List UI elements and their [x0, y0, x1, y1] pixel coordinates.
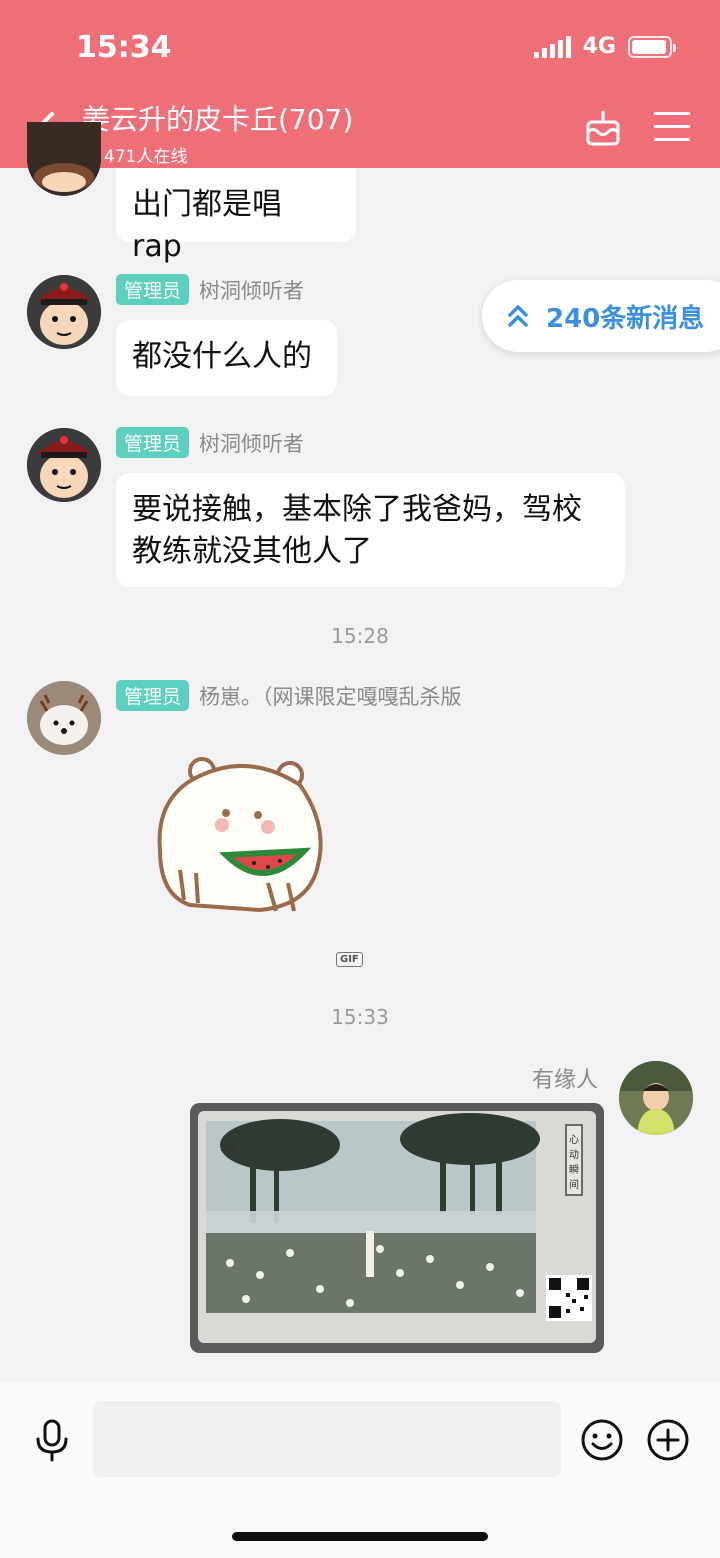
message-bubble[interactable]: 出门都是唱 rap — [116, 168, 356, 264]
svg-text:瞬: 瞬 — [569, 1163, 579, 1176]
svg-text:动: 动 — [569, 1149, 579, 1161]
avatar[interactable] — [27, 681, 101, 755]
message-bubble[interactable]: 要说接触，基本除了我爸妈，驾校教练就没其他人了 — [116, 473, 625, 587]
battery-icon — [628, 35, 676, 58]
online-count: 471人在线 — [104, 147, 188, 167]
sender-name[interactable]: 杨崽。（网课限定嘎嘎乱杀版 — [199, 681, 462, 711]
gif-label: GIF — [336, 952, 363, 967]
sender-meta: 管理员 树洞倾听者 — [116, 427, 304, 458]
plus-icon[interactable] — [646, 1418, 690, 1462]
message-input[interactable] — [93, 1401, 561, 1477]
shared-image[interactable]: 魂 心动瞬间 — [190, 1103, 604, 1353]
status-indicators: 4G — [533, 34, 676, 59]
title-block[interactable]: 姜云升的皮卡丘(707) 471人在线 — [82, 98, 353, 167]
hamster-sticker[interactable] — [150, 755, 330, 920]
group-title: 姜云升的皮卡丘(707) — [82, 103, 354, 136]
svg-text:间: 间 — [569, 1178, 579, 1191]
sender-name[interactable]: 树洞倾听者 — [199, 428, 304, 458]
double-chevron-up-icon — [508, 305, 528, 327]
admin-badge: 管理员 — [116, 274, 190, 305]
avatar[interactable] — [619, 1061, 693, 1135]
new-messages-button[interactable]: 240条新消息 — [482, 280, 720, 352]
cake-icon[interactable] — [585, 108, 621, 148]
message-bubble[interactable]: 都没什么人的 — [116, 320, 337, 396]
time-divider: 15:28 — [331, 624, 389, 648]
signal-icon — [533, 35, 571, 58]
emoji-icon[interactable] — [580, 1418, 624, 1462]
sender-meta: 管理员 杨崽。（网课限定嘎嘎乱杀版 — [116, 680, 462, 711]
header-bar: 15:34 4G 姜云升的皮卡丘(707) 471人在线 — [0, 0, 720, 168]
online-status: 471人在线 — [82, 142, 353, 167]
status-time: 15:34 — [76, 30, 172, 65]
avatar[interactable] — [27, 275, 101, 349]
admin-badge: 管理员 — [116, 427, 190, 458]
avatar[interactable] — [27, 428, 101, 502]
svg-text:魂: 魂 — [220, 1137, 238, 1158]
network-label: 4G — [582, 34, 616, 59]
home-indicator — [232, 1532, 488, 1541]
sender-name[interactable]: 树洞倾听者 — [199, 275, 304, 305]
sender-meta: 管理员 树洞倾听者 — [116, 274, 304, 305]
avatar[interactable] — [27, 122, 101, 196]
menu-icon[interactable] — [654, 112, 690, 142]
svg-text:心: 心 — [569, 1134, 579, 1146]
admin-badge: 管理员 — [116, 680, 190, 711]
sender-name[interactable]: 有缘人 — [532, 1062, 598, 1094]
mic-icon[interactable] — [34, 1418, 70, 1462]
new-messages-label: 240条新消息 — [546, 303, 705, 334]
time-divider: 15:33 — [331, 1005, 389, 1029]
